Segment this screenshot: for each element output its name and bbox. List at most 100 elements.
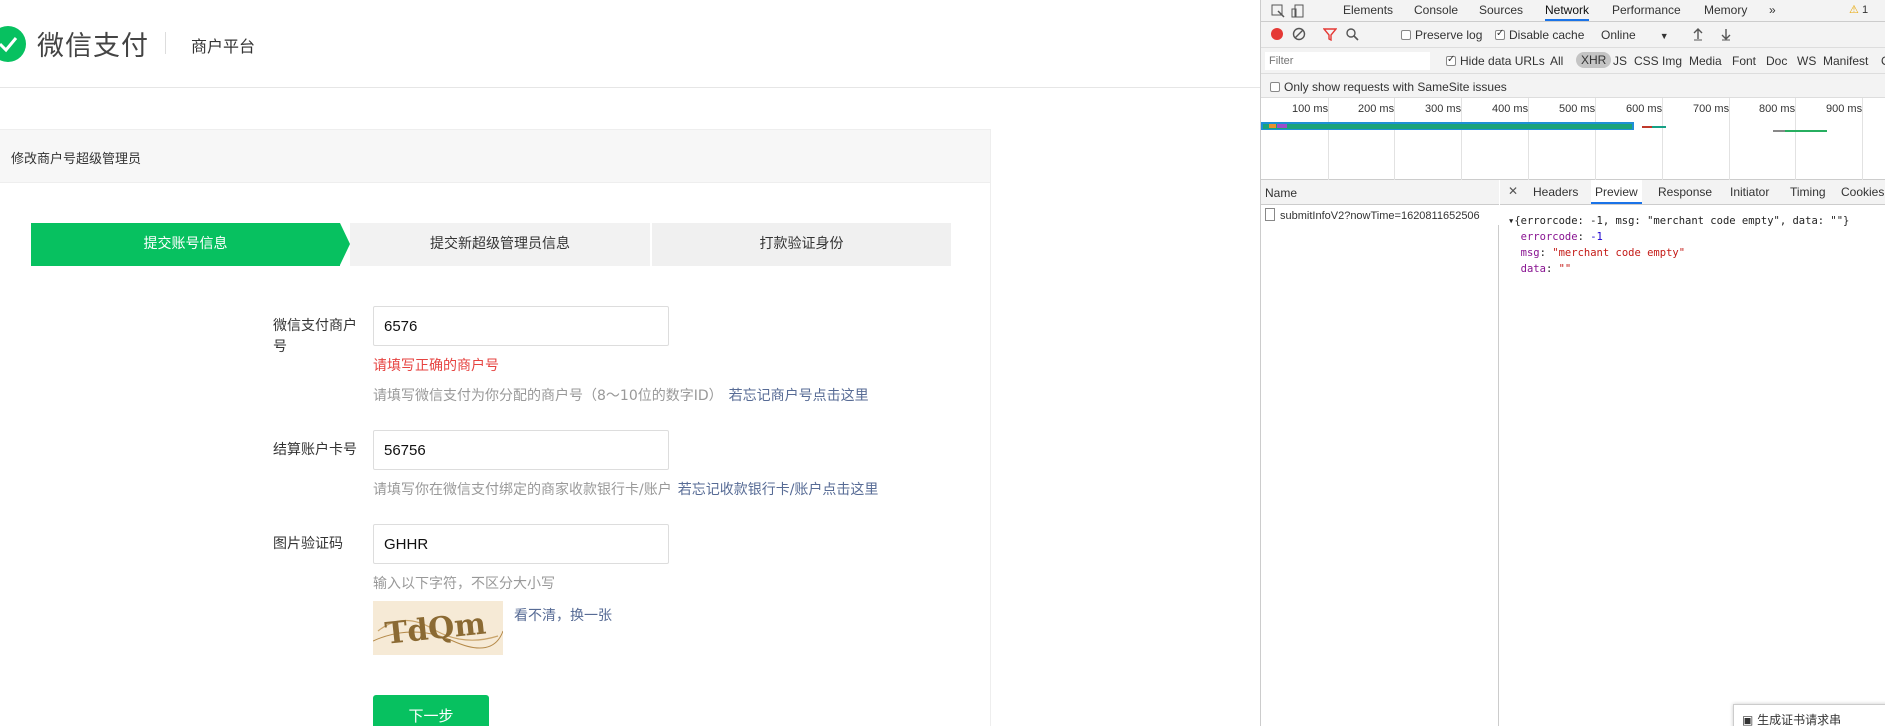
preview-summary: {errorcode: -1, msg: "merchant code empt… xyxy=(1514,215,1850,227)
captcha-input[interactable] xyxy=(373,524,669,564)
timeline-bars xyxy=(1261,122,1827,132)
filter-ws[interactable]: WS xyxy=(1797,54,1816,68)
filter-input[interactable] xyxy=(1265,52,1430,70)
samesite-check[interactable] xyxy=(1270,82,1280,92)
captcha-image[interactable]: TdQm xyxy=(373,601,503,655)
refresh-captcha-link[interactable]: 看不清，换一张 xyxy=(514,605,612,625)
logo-text: 微信支付 xyxy=(37,31,149,62)
timeline-label: 800 ms xyxy=(1759,103,1796,115)
certificate-icon: ▣ xyxy=(1742,713,1754,726)
tab-network[interactable]: Network xyxy=(1545,0,1590,21)
timeline-label: 400 ms xyxy=(1492,103,1529,115)
forgot-merchant-id-link[interactable]: 若忘记商户号点击这里 xyxy=(729,388,869,404)
filter-font[interactable]: Font xyxy=(1732,54,1756,68)
step-submit-new-admin: 提交新超级管理员信息 xyxy=(350,223,650,266)
cert-request-label: 生成证书请求串 xyxy=(1757,713,1842,726)
logo-divider xyxy=(165,32,166,54)
data-value: "" xyxy=(1558,263,1572,275)
tab-response[interactable]: Response xyxy=(1658,180,1712,204)
top-bar: 微信支付 商户平台 xyxy=(0,0,1260,88)
devtools-panel: Elements Console Sources Network Perform… xyxy=(1260,0,1885,726)
tab-headers[interactable]: Headers xyxy=(1533,180,1578,204)
timeline-label: 500 ms xyxy=(1559,103,1596,115)
filter-xhr[interactable]: XHR xyxy=(1576,52,1612,68)
merchant-id-hint: 请填写微信支付为你分配的商户号（8～10位的数字ID） 若忘记商户号点击这里 xyxy=(373,385,869,405)
errorcode-key: errorcode xyxy=(1520,231,1578,243)
timeline-gridline xyxy=(1862,98,1863,180)
filter-css[interactable]: CSS xyxy=(1634,54,1659,68)
devtools-tabbar: Elements Console Sources Network Perform… xyxy=(1261,0,1885,22)
timeline-gridline xyxy=(1662,98,1663,180)
platform-title: 商户平台 xyxy=(191,37,256,56)
export-har-icon[interactable] xyxy=(1719,27,1735,43)
clear-icon[interactable] xyxy=(1292,27,1308,43)
account-number-input[interactable] xyxy=(373,430,669,470)
file-icon xyxy=(1265,208,1275,221)
more-tabs-icon[interactable]: » xyxy=(1769,0,1776,21)
filter-js[interactable]: JS xyxy=(1613,54,1627,68)
filter-manifest[interactable]: Manifest xyxy=(1823,54,1868,68)
step-arrow xyxy=(340,223,350,265)
filter-all[interactable]: All xyxy=(1550,54,1563,68)
timeline-label: 900 ms xyxy=(1826,103,1863,115)
inspect-element-icon[interactable] xyxy=(1270,3,1286,19)
next-step-button[interactable]: 下一步 xyxy=(373,695,489,726)
name-column-header[interactable]: Name xyxy=(1261,180,1499,205)
search-icon[interactable] xyxy=(1345,27,1361,43)
tab-console[interactable]: Console xyxy=(1414,0,1458,21)
msg-value: "merchant code empty" xyxy=(1552,247,1686,259)
filter-doc[interactable]: Doc xyxy=(1766,54,1787,68)
tab-elements[interactable]: Elements xyxy=(1343,0,1393,21)
tab-cookies[interactable]: Cookies xyxy=(1841,180,1884,204)
request-row[interactable]: submitInfoV2?nowTime=1620811652506 xyxy=(1261,205,1499,225)
filter-other[interactable]: O xyxy=(1881,54,1885,68)
data-key: data xyxy=(1520,263,1546,275)
filter-img[interactable]: Img xyxy=(1662,54,1682,68)
filter-media[interactable]: Media xyxy=(1689,54,1722,68)
tab-memory[interactable]: Memory xyxy=(1704,0,1747,21)
json-preview[interactable]: ▾{errorcode: -1, msg: "merchant code emp… xyxy=(1508,213,1849,277)
hide-data-urls-checkbox[interactable]: Hide data URLs xyxy=(1446,54,1545,68)
disable-cache-label: Disable cache xyxy=(1509,28,1585,42)
preserve-log-checkbox[interactable]: Preserve log xyxy=(1401,28,1482,42)
samesite-checkbox[interactable]: Only show requests with SameSite issues xyxy=(1270,80,1507,94)
timeline-bar-orange xyxy=(1269,124,1276,128)
timeline-gridline xyxy=(1461,98,1462,180)
throttle-select[interactable]: Online ▼ xyxy=(1601,28,1669,42)
captcha-hint: 输入以下字符，不区分大小写 xyxy=(373,576,555,592)
merchant-id-label: 微信支付商户号 xyxy=(273,318,357,355)
forgot-account-link[interactable]: 若忘记收款银行卡/账户点击这里 xyxy=(678,482,879,498)
disable-cache-check[interactable] xyxy=(1495,28,1505,40)
msg-key: msg xyxy=(1520,247,1540,259)
tab-sources[interactable]: Sources xyxy=(1479,0,1523,21)
import-har-icon[interactable] xyxy=(1691,27,1707,43)
disable-cache-checkbox[interactable]: Disable cache xyxy=(1495,28,1584,42)
captcha-text: TdQm xyxy=(383,606,488,651)
hide-data-urls-label: Hide data URLs xyxy=(1460,54,1545,68)
filter-bar: Hide data URLs All XHR JS CSS Img Media … xyxy=(1261,48,1885,74)
warning-icon: ⚠ xyxy=(1849,4,1859,16)
step-payment-verify: 打款验证身份 xyxy=(652,223,951,266)
network-toolbar: Preserve log Disable cache Online ▼ xyxy=(1261,22,1885,48)
timeline-bar-teal xyxy=(1652,126,1666,128)
tab-preview[interactable]: Preview xyxy=(1591,180,1642,204)
cert-request-popup[interactable]: ▣ 生成证书请求串 xyxy=(1733,704,1885,726)
warning-badge[interactable]: ⚠ 1 xyxy=(1849,3,1868,16)
timeline-label: 700 ms xyxy=(1693,103,1730,115)
timeline-label: 600 ms xyxy=(1626,103,1663,115)
close-icon[interactable]: ✕ xyxy=(1508,184,1518,198)
chevron-down-icon: ▼ xyxy=(1659,31,1669,41)
tab-timing[interactable]: Timing xyxy=(1790,180,1826,204)
filter-icon[interactable] xyxy=(1322,27,1339,43)
tab-performance[interactable]: Performance xyxy=(1612,0,1681,21)
merchant-id-input[interactable] xyxy=(373,306,669,346)
device-toolbar-icon[interactable] xyxy=(1291,3,1307,19)
samesite-label: Only show requests with SameSite issues xyxy=(1284,80,1507,94)
hide-data-urls-check[interactable] xyxy=(1446,54,1456,66)
timeline-gridline xyxy=(1394,98,1395,180)
errorcode-value: -1 xyxy=(1590,231,1603,243)
record-icon[interactable] xyxy=(1270,27,1286,43)
preserve-log-check[interactable] xyxy=(1401,30,1411,40)
tab-initiator[interactable]: Initiator xyxy=(1730,180,1769,204)
throttle-value: Online xyxy=(1601,28,1636,42)
